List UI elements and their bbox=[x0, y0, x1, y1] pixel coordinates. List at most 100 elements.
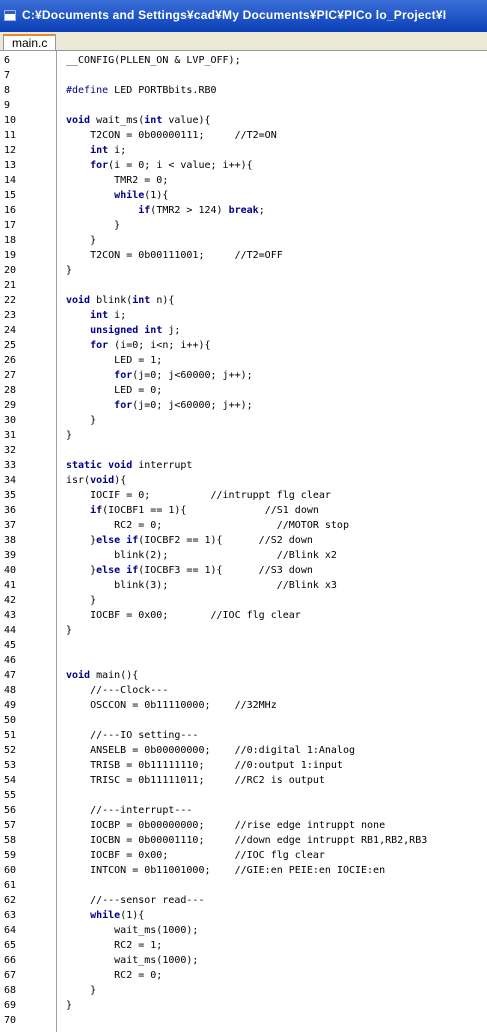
code-text[interactable]: RC2 = 0; bbox=[66, 968, 162, 983]
code-text[interactable]: blink(3); //Blink x3 bbox=[66, 578, 337, 593]
code-text[interactable]: T2CON = 0b00111001; //T2=OFF bbox=[66, 248, 283, 263]
code-text[interactable]: __CONFIG(PLLEN_ON & LVP_OFF); bbox=[66, 53, 241, 68]
line-number: 16 bbox=[4, 205, 17, 216]
code-text[interactable]: IOCBN = 0b00001110; //down edge intruppt… bbox=[66, 833, 427, 848]
code-text[interactable]: LED = 0; bbox=[66, 383, 162, 398]
line-number: 14 bbox=[4, 175, 17, 186]
code-text[interactable]: #define LED PORTBbits.RB0 bbox=[66, 83, 217, 98]
code-token: OSCCON = 0b11110000; //32MHz bbox=[66, 700, 277, 711]
code-text[interactable]: ANSELB = 0b00000000; //0:digital 1:Analo… bbox=[66, 743, 355, 758]
code-text[interactable]: OSCCON = 0b11110000; //32MHz bbox=[66, 698, 277, 713]
code-token: T2CON = 0b00000111; //T2=ON bbox=[66, 130, 277, 141]
code-token: blink(3); //Blink x3 bbox=[66, 580, 337, 591]
code-text[interactable]: void wait_ms(int value){ bbox=[66, 113, 211, 128]
line-number: 41 bbox=[4, 580, 17, 591]
code-text[interactable]: void blink(int n){ bbox=[66, 293, 174, 308]
code-text[interactable]: blink(2); //Blink x2 bbox=[66, 548, 337, 563]
line-number: 26 bbox=[4, 355, 17, 366]
code-token: n){ bbox=[150, 295, 175, 306]
code-token: } bbox=[66, 430, 73, 441]
code-text[interactable]: } bbox=[66, 998, 72, 1013]
code-text[interactable]: IOCIF = 0; //intruppt flg clear bbox=[66, 488, 331, 503]
code-text[interactable]: for(i = 0; i < value; i++){ bbox=[66, 158, 253, 173]
code-text[interactable]: }else if(IOCBF2 == 1){ //S2 down bbox=[66, 533, 313, 548]
code-text[interactable]: static void interrupt bbox=[66, 458, 192, 473]
code-text[interactable]: TMR2 = 0; bbox=[66, 173, 168, 188]
app-window-icon[interactable] bbox=[4, 10, 16, 21]
code-text[interactable]: } bbox=[66, 218, 120, 233]
code-text[interactable]: } bbox=[66, 263, 72, 278]
line-number: 69 bbox=[4, 1000, 17, 1011]
code-text[interactable]: LED = 1; bbox=[66, 353, 162, 368]
code-text[interactable]: } bbox=[66, 233, 96, 248]
code-text[interactable]: if(TMR2 > 124) break; bbox=[66, 203, 264, 218]
code-text[interactable]: while(1){ bbox=[66, 188, 168, 203]
code-text[interactable]: INTCON = 0b11001000; //GIE:en PEIE:en IO… bbox=[66, 863, 385, 878]
line-number: 57 bbox=[4, 820, 17, 831]
code-token: } bbox=[66, 235, 97, 246]
line-number: 42 bbox=[4, 595, 17, 606]
code-text[interactable]: RC2 = 0; //MOTOR stop bbox=[66, 518, 349, 533]
code-text[interactable]: IOCBF = 0x00; //IOC flg clear bbox=[66, 848, 325, 863]
line-number: 32 bbox=[4, 445, 17, 456]
keyword-token: void bbox=[90, 475, 115, 486]
code-token: LED PORTBbits.RB0 bbox=[108, 85, 217, 96]
code-text[interactable]: while(1){ bbox=[66, 908, 144, 923]
code-text[interactable]: IOCBP = 0b00000000; //rise edge intruppt… bbox=[66, 818, 385, 833]
code-text[interactable]: //---IO setting--- bbox=[66, 728, 198, 743]
code-text[interactable]: IOCBF = 0x00; //IOC flg clear bbox=[66, 608, 301, 623]
code-text[interactable]: wait_ms(1000); bbox=[66, 953, 198, 968]
code-token: (IOCBF1 == 1){ //S1 down bbox=[102, 505, 319, 516]
code-text[interactable]: for (i=0; i<n; i++){ bbox=[66, 338, 211, 353]
code-text[interactable]: }else if(IOCBF3 == 1){ //S3 down bbox=[66, 563, 313, 578]
tab-main-c[interactable]: main.c bbox=[3, 34, 57, 50]
code-text[interactable]: void main(){ bbox=[66, 668, 138, 683]
code-text[interactable]: if(IOCBF1 == 1){ //S1 down bbox=[66, 503, 319, 518]
code-token: (i=0; i<n; i++){ bbox=[108, 340, 211, 351]
code-text[interactable]: } bbox=[66, 593, 96, 608]
code-text[interactable]: isr(void){ bbox=[66, 473, 126, 488]
code-text[interactable]: for(j=0; j<60000; j++); bbox=[66, 368, 252, 383]
code-text[interactable]: int i; bbox=[66, 143, 126, 158]
keyword-token: void bbox=[66, 670, 91, 681]
code-text[interactable]: TRISB = 0b11111110; //0:output 1:input bbox=[66, 758, 343, 773]
code-editor[interactable]: 6 __CONFIG(PLLEN_ON & LVP_OFF); 7 8 #define … bbox=[0, 51, 487, 1032]
line-number: 62 bbox=[4, 895, 17, 906]
code-text[interactable]: for(j=0; j<60000; j++); bbox=[66, 398, 253, 413]
code-text[interactable]: //---interrupt--- bbox=[66, 803, 192, 818]
code-text[interactable]: } bbox=[66, 428, 72, 443]
code-text[interactable]: int i; bbox=[66, 308, 126, 323]
code-token: } bbox=[66, 265, 73, 276]
code-token: IOCBF = 0x00; //IOC flg clear bbox=[66, 850, 325, 861]
code-token: } bbox=[66, 565, 97, 576]
window-titlebar[interactable]: C:¥Documents and Settings¥cad¥My Documen… bbox=[0, 0, 487, 32]
code-text[interactable]: RC2 = 1; bbox=[66, 938, 162, 953]
code-token: TRISC = 0b11111011; //RC2 is output bbox=[66, 775, 325, 786]
code-text[interactable]: } bbox=[66, 413, 96, 428]
keyword-token: unsigned int bbox=[90, 325, 163, 336]
code-text[interactable]: } bbox=[66, 623, 72, 638]
line-number: 58 bbox=[4, 835, 17, 846]
line-number: 22 bbox=[4, 295, 17, 306]
code-text[interactable]: wait_ms(1000); bbox=[66, 923, 198, 938]
code-text[interactable]: //---sensor read--- bbox=[66, 893, 204, 908]
code-text[interactable]: T2CON = 0b00000111; //T2=ON bbox=[66, 128, 277, 143]
code-token: (IOCBF2 == 1){ //S2 down bbox=[138, 535, 313, 546]
code-token: (j=0; j<60000; j++); bbox=[132, 400, 253, 411]
code-text[interactable]: } bbox=[66, 983, 96, 998]
keyword-token: static void bbox=[66, 460, 133, 471]
line-number: 17 bbox=[4, 220, 17, 231]
line-number: 15 bbox=[4, 190, 17, 201]
code-token: ANSELB = 0b00000000; //0:digital 1:Analo… bbox=[66, 745, 355, 756]
keyword-token: void bbox=[66, 295, 91, 306]
keyword-token: void bbox=[66, 115, 91, 126]
line-number: 60 bbox=[4, 865, 17, 876]
code-text[interactable]: unsigned int j; bbox=[66, 323, 180, 338]
code-text[interactable]: TRISC = 0b11111011; //RC2 is output bbox=[66, 773, 325, 788]
code-token: TMR2 = 0; bbox=[66, 175, 169, 186]
line-number: 48 bbox=[4, 685, 17, 696]
code-text[interactable]: //---Clock--- bbox=[66, 683, 168, 698]
